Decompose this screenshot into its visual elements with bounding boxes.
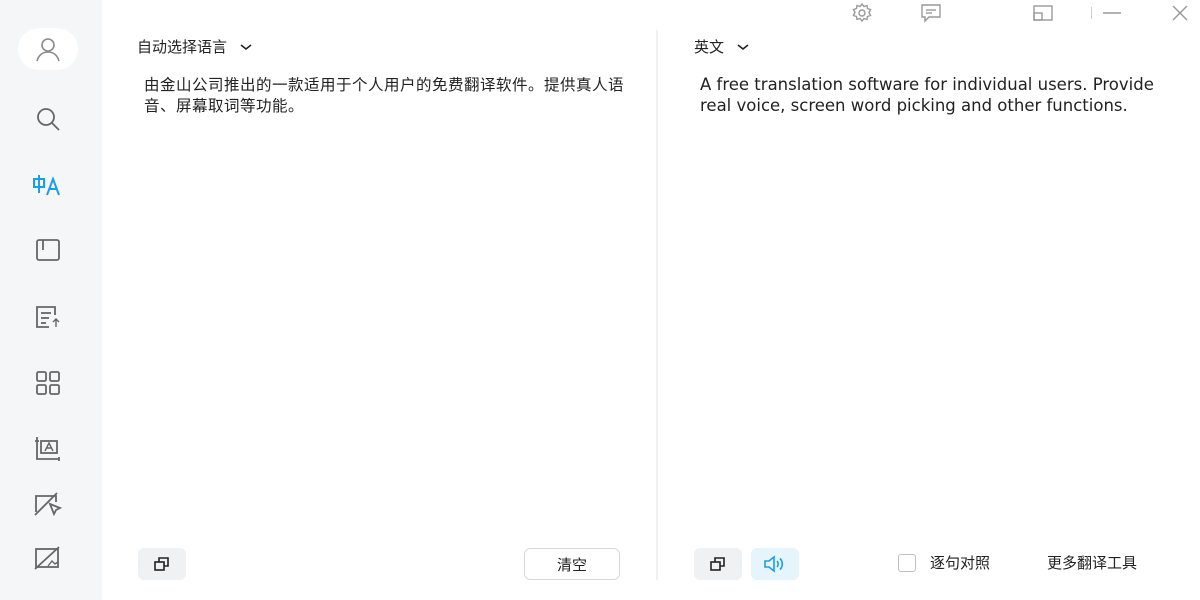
- copy-icon: [710, 557, 725, 571]
- minimize-button[interactable]: [1099, 2, 1125, 24]
- disable-picking-icon: [34, 546, 60, 570]
- sentence-compare-label: 逐句对照: [930, 554, 991, 572]
- search-icon: [37, 108, 60, 131]
- target-pane: 英文 A free translation software for indiv…: [658, 28, 1200, 588]
- source-text-input[interactable]: 由金山公司推出的一款适用于个人用户的免费翻译软件。提供真人语音、屏幕取词等功能。: [144, 75, 644, 117]
- clear-button[interactable]: 清空: [524, 548, 620, 580]
- user-avatar[interactable]: [18, 28, 78, 70]
- close-button[interactable]: [1167, 2, 1193, 24]
- doc-translate-icon: [36, 306, 60, 328]
- target-language-select[interactable]: 英文: [694, 36, 750, 57]
- chevron-down-icon: [737, 43, 749, 50]
- title-bar: [102, 0, 1200, 28]
- sentence-compare-toggle[interactable]: 逐句对照: [898, 552, 990, 573]
- sidebar-item-translate[interactable]: [26, 164, 70, 208]
- user-icon: [36, 38, 60, 62]
- more-translation-tools-link[interactable]: 更多翻译工具: [1047, 552, 1137, 573]
- sentence-compare-checkbox[interactable]: [898, 553, 916, 572]
- settings-icon: [852, 2, 872, 23]
- word-picking-icon: [34, 492, 63, 517]
- sidebar-item-disable-picking[interactable]: [26, 536, 70, 580]
- source-pane: 自动选择语言 由金山公司推出的一款适用于个人用户的免费翻译软件。提供真人语音、屏…: [102, 28, 655, 588]
- minimize-icon: [1103, 12, 1121, 14]
- copy-icon: [154, 557, 169, 571]
- target-language-label: 英文: [694, 38, 725, 56]
- translate-icon: [33, 175, 60, 196]
- source-language-label: 自动选择语言: [137, 38, 228, 56]
- translation-output: A free translation software for individu…: [700, 75, 1154, 115]
- sidebar-item-search[interactable]: [26, 97, 70, 141]
- settings-button[interactable]: [849, 2, 875, 24]
- mini-mode-button[interactable]: [1030, 2, 1056, 24]
- wordbook-icon: [36, 239, 60, 261]
- sidebar-item-apps[interactable]: [26, 361, 70, 405]
- chevron-down-icon: [240, 43, 252, 50]
- sidebar-item-screenshot-translate[interactable]: [26, 426, 70, 470]
- sidebar-item-word-picking[interactable]: [26, 482, 70, 526]
- feedback-icon: [921, 4, 941, 23]
- titlebar-separator: [1091, 7, 1092, 19]
- speaker-icon: [764, 555, 784, 573]
- speak-button[interactable]: [751, 548, 799, 580]
- sidebar: [0, 0, 102, 600]
- mini-mode-icon: [1033, 5, 1053, 21]
- feedback-button[interactable]: [918, 2, 944, 24]
- copy-translation-button[interactable]: [694, 548, 742, 580]
- source-language-select[interactable]: 自动选择语言: [137, 36, 253, 57]
- sidebar-item-doc-translate[interactable]: [26, 295, 70, 339]
- apps-icon: [36, 371, 60, 395]
- close-icon: [1172, 5, 1188, 21]
- copy-source-button[interactable]: [138, 548, 186, 580]
- sidebar-item-wordbook[interactable]: [26, 228, 70, 272]
- screenshot-translate-icon: [35, 437, 60, 461]
